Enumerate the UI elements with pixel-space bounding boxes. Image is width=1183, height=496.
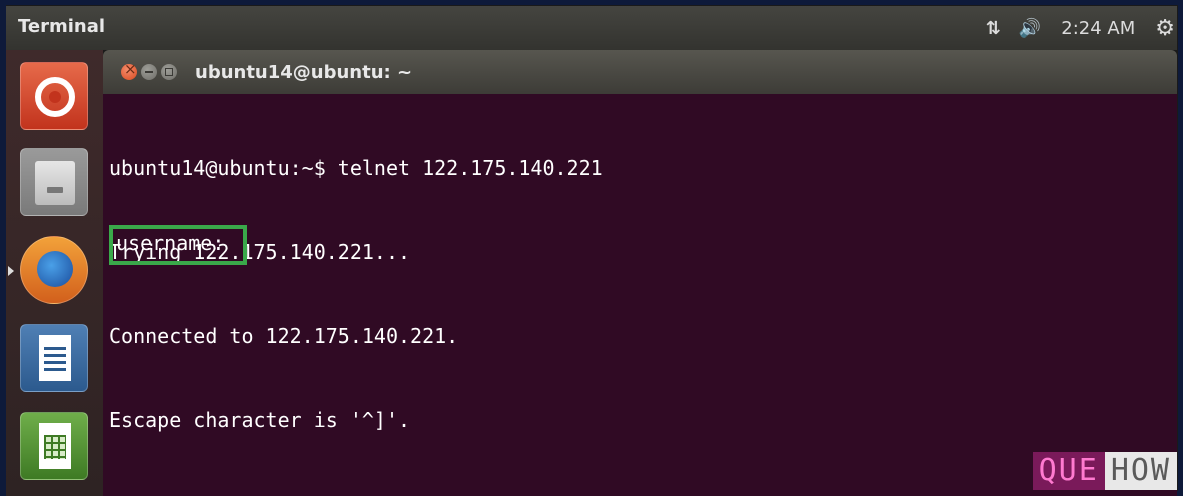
active-app-title: Terminal <box>18 16 106 37</box>
writer-document <box>39 335 71 381</box>
watermark-part-b: HOW <box>1104 452 1177 490</box>
watermark-part-a: QUE <box>1032 452 1105 490</box>
terminal-titlebar[interactable]: ubuntu14@ubuntu: ~ <box>103 50 1177 94</box>
terminal-window[interactable]: ubuntu14@ubuntu: ~ ubuntu14@ubuntu:~$ te… <box>103 50 1177 496</box>
terminal-line: Escape character is '^]'. <box>109 408 411 432</box>
panel-indicators: ⇅ 🔊 2:24 AM ⚙ <box>986 6 1177 50</box>
volume-icon[interactable]: 🔊 <box>1019 18 1041 39</box>
launcher <box>6 50 103 496</box>
settings-icon[interactable]: ⚙ <box>1155 16 1175 41</box>
firefox-icon[interactable] <box>20 236 88 304</box>
top-panel: Terminal ⇅ 🔊 2:24 AM ⚙ <box>6 6 1177 50</box>
clock[interactable]: 2:24 AM <box>1061 18 1135 39</box>
window-title: ubuntu14@ubuntu: ~ <box>195 62 413 83</box>
quehow-watermark: QUE HOW <box>1032 452 1177 490</box>
file-cabinet-icon[interactable] <box>20 148 88 216</box>
maximize-icon[interactable] <box>161 64 177 80</box>
terminal-line: ubuntu14@ubuntu:~$ telnet 122.175.140.22… <box>109 156 603 180</box>
ubuntu-logo-mark <box>35 77 75 117</box>
username-prompt[interactable]: username: <box>116 229 224 257</box>
network-icon[interactable]: ⇅ <box>986 18 1001 39</box>
firefox-globe <box>37 251 73 287</box>
close-icon[interactable] <box>121 60 137 80</box>
calc-icon[interactable] <box>20 412 88 480</box>
terminal-lines: ubuntu14@ubuntu:~$ telnet 122.175.140.22… <box>109 98 603 490</box>
minimize-icon[interactable] <box>141 64 157 80</box>
terminal-line: Connected to 122.175.140.221. <box>109 324 459 348</box>
writer-icon[interactable] <box>20 324 88 392</box>
active-app-arrow <box>8 266 14 276</box>
calc-document <box>39 423 71 469</box>
ubuntu-logo-icon[interactable] <box>20 62 88 130</box>
terminal-output[interactable]: ubuntu14@ubuntu:~$ telnet 122.175.140.22… <box>103 94 1177 496</box>
cabinet-graphic <box>35 161 75 205</box>
